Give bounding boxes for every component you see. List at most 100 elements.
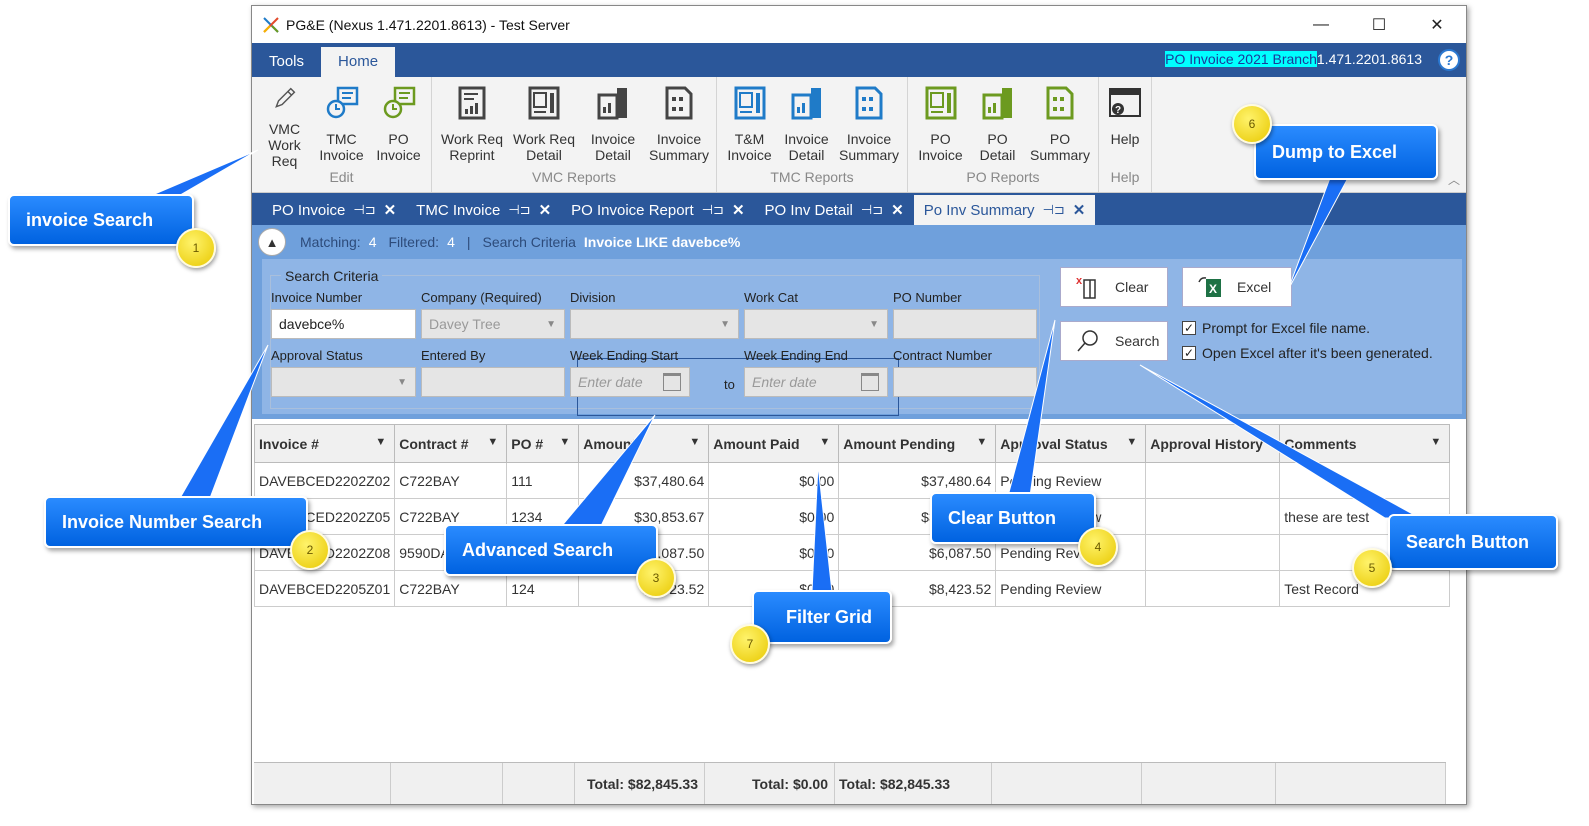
work-req-detail-button[interactable]: Work Req Detail (508, 77, 580, 169)
column-header-approval-status[interactable]: Approval Status ▼ (995, 424, 1147, 463)
checkbox-checked-icon[interactable]: ✓ (1182, 321, 1196, 335)
calendar-icon[interactable] (861, 373, 879, 391)
week-start-date-input[interactable]: Enter date (570, 367, 690, 397)
button-label: Search (1115, 333, 1160, 349)
vmc-work-req-button[interactable]: VMC Work Req (256, 77, 313, 169)
ribbon-group-po-reports: PO Invoice PO Detail PO Summary PO Reports (908, 77, 1099, 192)
checkbox-checked-icon[interactable]: ✓ (1182, 346, 1196, 360)
report-detail-icon (734, 86, 765, 120)
table-cell: DAVEBCED2205Z01 (253, 570, 396, 607)
column-header-comments[interactable]: Comments ▼ (1279, 424, 1451, 463)
po-detail-button[interactable]: PO Detail (969, 77, 1026, 169)
table-row[interactable]: DAVEBCED2202Z05 C722BAY 1234 $30,853.67 $0.0… (253, 498, 1451, 535)
callout-badge-2: 2 (290, 530, 330, 570)
help-icon[interactable]: ? (1438, 49, 1460, 71)
doc-tab-tmc-invoice[interactable]: TMC Invoice ⊣⊐ ✕ (406, 195, 561, 225)
column-header-approval-history[interactable]: Approval History (1145, 424, 1281, 463)
clear-button[interactable]: x Clear (1060, 267, 1168, 307)
close-tab-icon[interactable]: ✕ (732, 201, 745, 219)
work-req-reprint-button[interactable]: Work Req Reprint (436, 77, 508, 169)
column-header-amount-paid[interactable]: Amount Paid ▼ (708, 424, 840, 463)
menu-tab-tools[interactable]: Tools (252, 47, 321, 77)
table-row[interactable]: DAVEBCED2202Z02 C722BAY 111 $37,480.64 $0.00… (253, 462, 1451, 499)
tmc-invoice-button[interactable]: TMC Invoice (313, 77, 370, 169)
doc-tab-po-inv-detail[interactable]: PO Inv Detail ⊣⊐ ✕ (755, 195, 914, 225)
help-button[interactable]: ? Help (1103, 77, 1147, 169)
close-tab-icon[interactable]: ✕ (891, 201, 904, 219)
minimize-button[interactable]: — (1292, 6, 1350, 43)
summary-icon (665, 86, 693, 120)
filter-icon[interactable]: ▼ (1126, 436, 1137, 448)
tmc-invoice-detail-button[interactable]: Invoice Detail (778, 77, 835, 169)
pin-icon[interactable]: ⊣⊐ (702, 202, 724, 218)
contract-number-input[interactable] (893, 367, 1037, 397)
doc-tab-po-inv-summary[interactable]: Po Inv Summary ⊣⊐ ✕ (913, 195, 1096, 225)
doc-tab-po-invoice[interactable]: PO Invoice ⊣⊐ ✕ (262, 195, 406, 225)
column-header-invoice[interactable]: Invoice # ▼ (253, 424, 396, 463)
work-cat-select[interactable]: ▼ (744, 309, 888, 339)
prompt-filename-checkbox[interactable]: ✓ Prompt for Excel file name. (1182, 320, 1370, 336)
label: VMC (268, 121, 301, 137)
pencil-icon (274, 87, 295, 108)
invoice-number-input[interactable]: davebce% (271, 309, 416, 339)
ribbon-group-edit: VMC Work Req TMC Invoice PO Invoice Edit (252, 77, 432, 192)
approval-status-select[interactable]: ▼ (271, 367, 416, 397)
header-label: Amount (583, 435, 637, 452)
label: Detail (788, 147, 825, 163)
footer-cell (254, 763, 391, 804)
label: PO (987, 131, 1008, 147)
close-button[interactable]: ✕ (1408, 6, 1466, 43)
tm-invoice-button[interactable]: T&M Invoice (721, 77, 778, 169)
column-header-amount[interactable]: Amount ▼ (578, 424, 710, 463)
pin-icon[interactable]: ⊣⊐ (508, 202, 530, 218)
close-tab-icon[interactable]: ✕ (384, 201, 397, 219)
vmc-invoice-detail-button[interactable]: Invoice Detail (580, 77, 646, 169)
filter-icon[interactable]: ▼ (819, 436, 830, 448)
table-cell (1145, 570, 1281, 607)
po-invoice-report-button[interactable]: PO Invoice (912, 77, 969, 169)
ribbon-group-tmc-reports: T&M Invoice Invoice Detail Invoice Summary … (717, 77, 908, 192)
calendar-icon[interactable] (663, 373, 681, 391)
label: Summary (1030, 147, 1090, 163)
column-header-amount-pending[interactable]: Amount Pending ▼ (838, 424, 997, 463)
search-button[interactable]: Search (1060, 321, 1168, 361)
doc-tab-po-invoice-report[interactable]: PO Invoice Report ⊣⊐ ✕ (561, 195, 754, 225)
pin-icon[interactable]: ⊣⊐ (861, 202, 883, 218)
filter-icon[interactable]: ▼ (487, 436, 498, 448)
excel-button[interactable]: X Excel (1182, 267, 1292, 307)
field-label: Contract Number (893, 348, 992, 363)
maximize-button[interactable]: ☐ (1350, 6, 1408, 43)
week-end-date-input[interactable]: Enter date (744, 367, 888, 397)
close-tab-icon[interactable]: ✕ (539, 201, 552, 219)
po-summary-button[interactable]: PO Summary (1026, 77, 1094, 169)
po-invoice-button[interactable]: PO Invoice (370, 77, 427, 169)
entered-by-input[interactable] (421, 367, 565, 397)
filter-icon[interactable]: ▼ (559, 436, 570, 448)
filter-icon[interactable]: ▼ (1430, 436, 1441, 448)
collapse-ribbon-icon[interactable]: ︿ (1448, 171, 1460, 188)
label: PO (1049, 131, 1071, 147)
footer-cell (503, 763, 575, 804)
column-header-contract[interactable]: Contract # ▼ (394, 424, 508, 463)
pin-icon[interactable]: ⊣⊐ (353, 202, 375, 218)
close-tab-icon[interactable]: ✕ (1073, 201, 1086, 219)
vmc-invoice-summary-button[interactable]: Invoice Summary (646, 77, 712, 169)
filter-icon[interactable]: ▼ (976, 436, 987, 448)
pin-icon[interactable]: ⊣⊐ (1043, 202, 1065, 218)
po-number-input[interactable] (893, 309, 1037, 339)
division-select[interactable]: ▼ (570, 309, 739, 339)
column-header-po[interactable]: PO # ▼ (506, 424, 580, 463)
filter-icon[interactable]: ▼ (689, 436, 700, 448)
select-value: Davey Tree (429, 316, 501, 332)
menu-tab-home[interactable]: Home (321, 47, 396, 77)
open-excel-checkbox[interactable]: ✓ Open Excel after it's been generated. (1182, 345, 1433, 361)
pointer-1 (149, 149, 259, 199)
table-row[interactable]: DAVEBCED2202Z089590DA$6,087.50$0.00$6,08… (253, 534, 1451, 571)
tmc-invoice-summary-button[interactable]: Invoice Summary (835, 77, 903, 169)
ribbon-group-label: Edit (329, 169, 354, 185)
checkbox-label: Open Excel after it's been generated. (1202, 345, 1433, 361)
company-select[interactable]: Davey Tree ▼ (421, 309, 565, 339)
filter-icon[interactable]: ▼ (375, 436, 386, 448)
collapse-search-toggle[interactable]: ▲ (258, 228, 286, 256)
week-start-field: Week Ending Start Enter date (570, 348, 690, 397)
